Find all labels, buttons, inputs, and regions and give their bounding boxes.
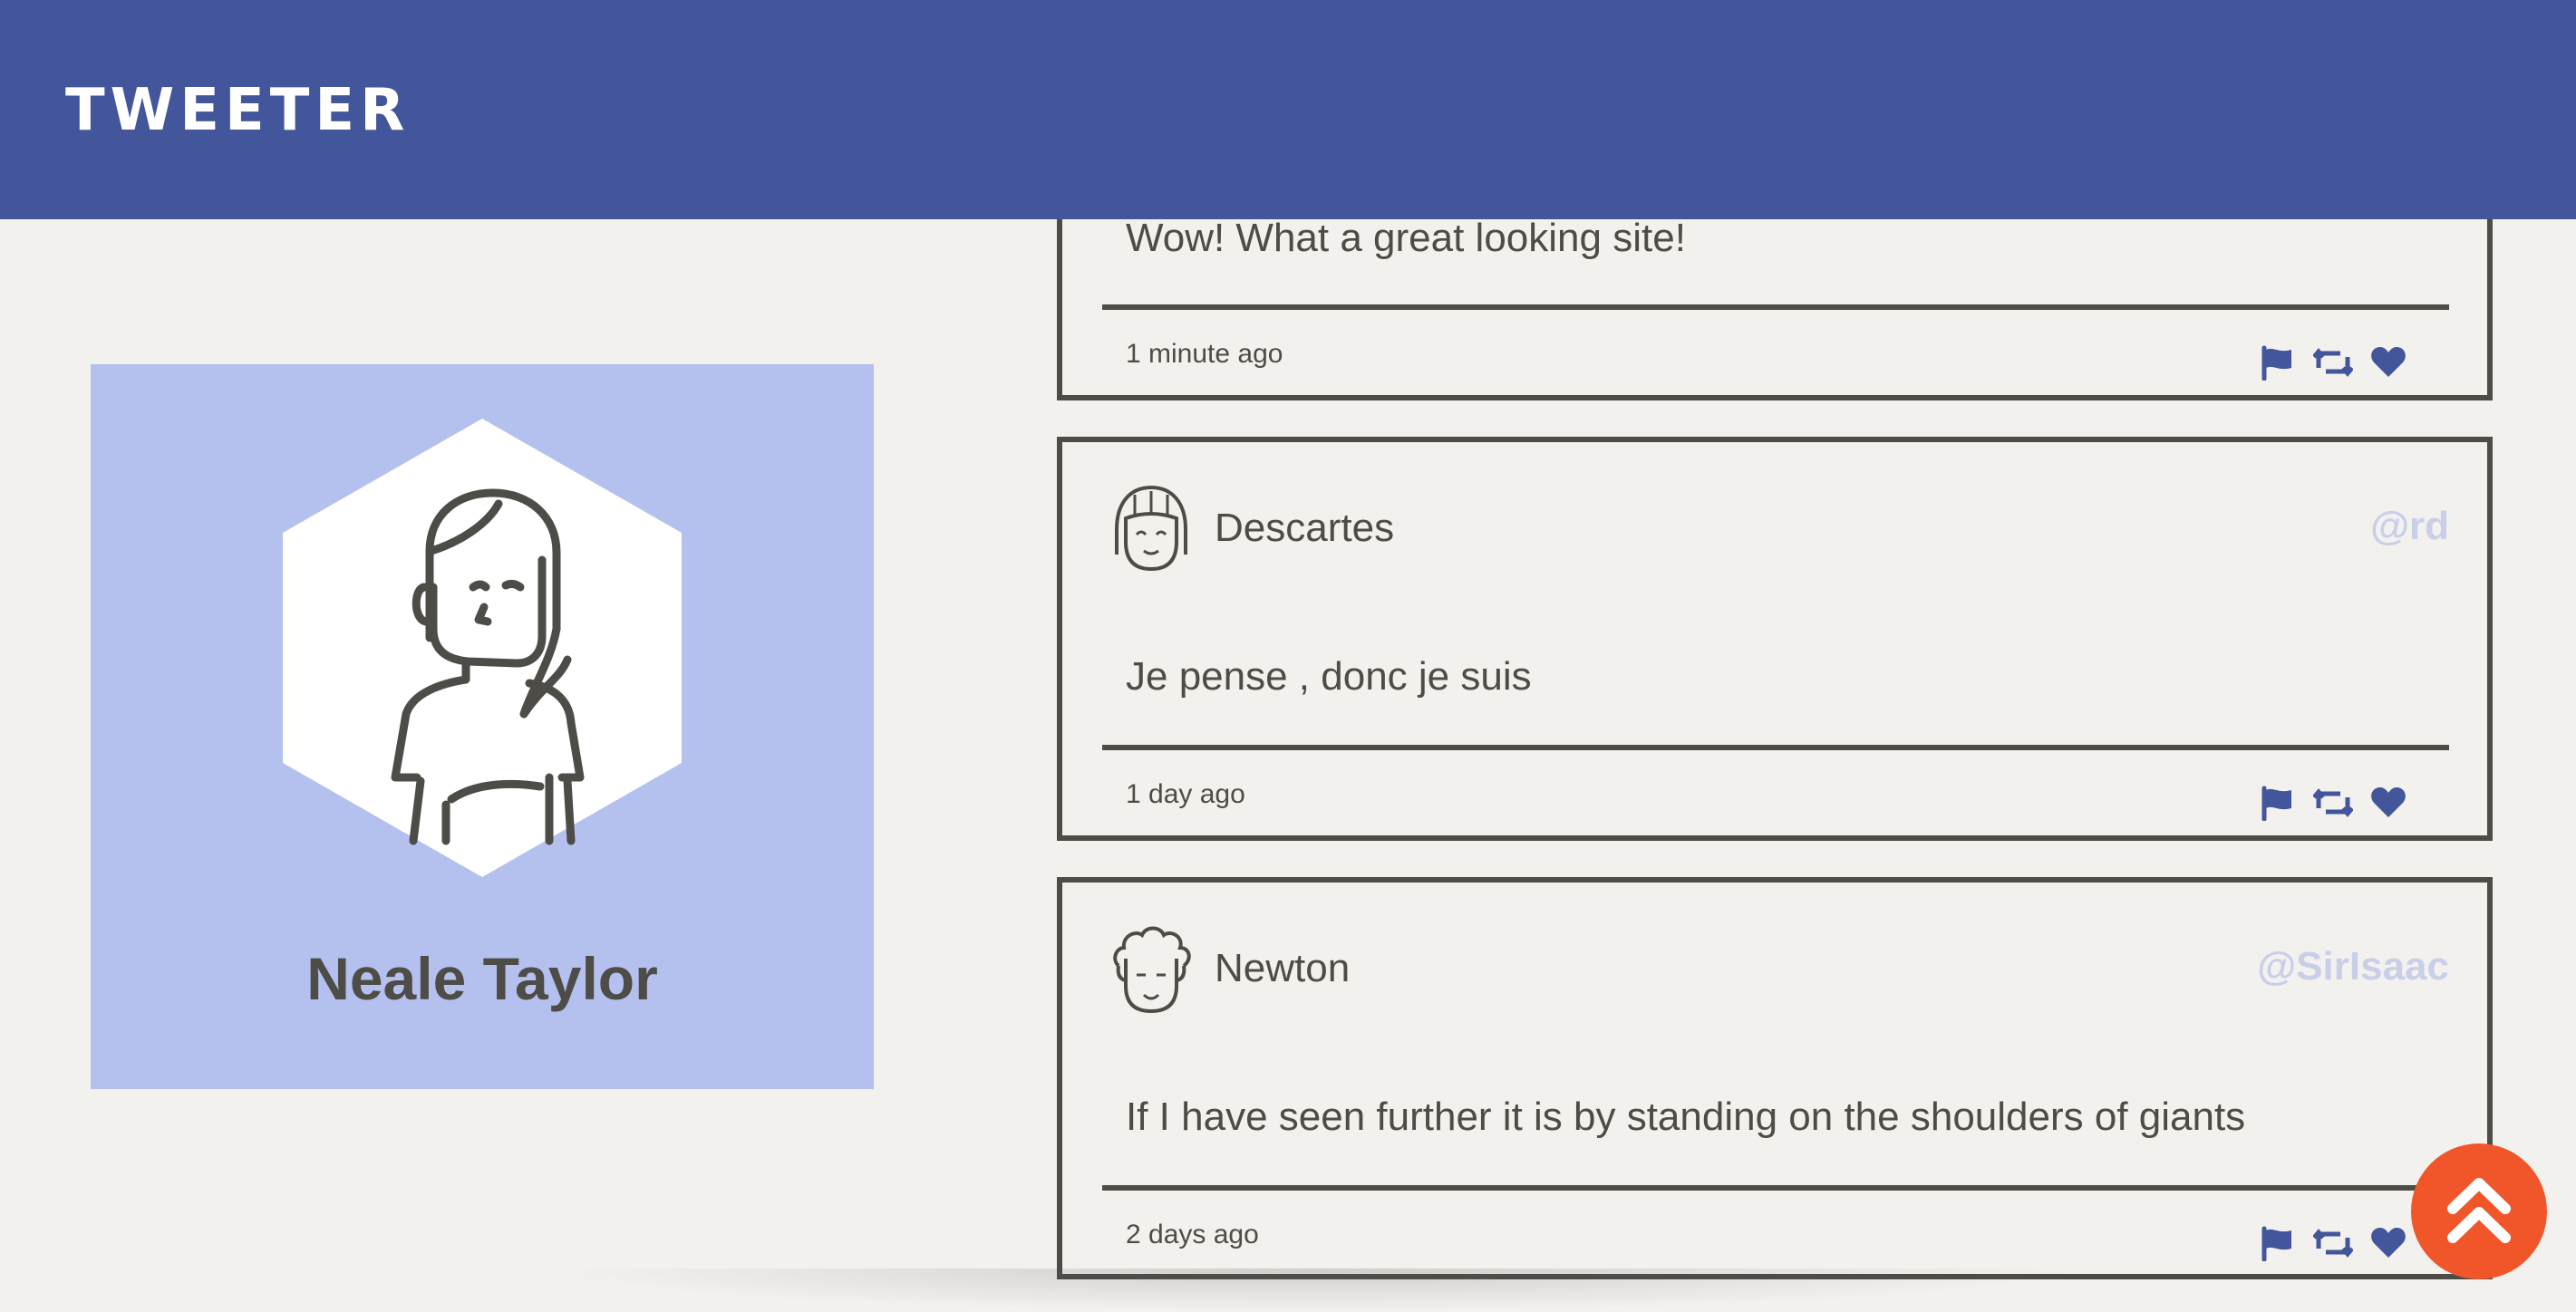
navbar: TWEETER <box>0 0 2576 219</box>
heart-icon[interactable] <box>2369 785 2406 821</box>
tweet-card: Newton @SirIsaac If I have seen further … <box>1057 877 2493 1279</box>
brand-logo[interactable]: TWEETER <box>65 76 410 145</box>
profile-name: Neale Taylor <box>306 945 658 1012</box>
flag-icon[interactable] <box>2259 785 2295 821</box>
tweet-author-handle[interactable]: @SirIsaac <box>2257 944 2449 989</box>
profile-avatar <box>279 415 685 881</box>
tweet-header: Descartes @rd <box>1108 482 2449 576</box>
tweet-divider <box>1102 304 2449 310</box>
girl-avatar-icon <box>1108 482 1195 576</box>
scroll-top-button[interactable] <box>2411 1143 2547 1279</box>
tweet-actions <box>2259 1225 2413 1261</box>
heart-icon[interactable] <box>2369 344 2406 381</box>
tweet-content: Je pense , donc je suis <box>1126 654 1532 699</box>
double-chevron-up-icon <box>2447 1178 2511 1243</box>
tweet-timestamp: 1 minute ago <box>1126 339 1283 369</box>
curly-hair-avatar-icon <box>1108 922 1195 1017</box>
tweet-author-name: Descartes <box>1215 506 1395 550</box>
tweet-actions <box>2259 785 2413 821</box>
retweet-icon[interactable] <box>2313 1225 2353 1261</box>
tweet-divider <box>1102 1185 2449 1191</box>
tweet-content: Wow! What a great looking site! <box>1126 216 1686 260</box>
tweet-card: Descartes @rd Je pense , donc je suis 1 … <box>1057 437 2493 841</box>
tweet-author-handle[interactable]: @rd <box>2370 504 2449 549</box>
flag-icon[interactable] <box>2259 344 2295 381</box>
tweet-author-name: Newton <box>1215 946 1351 990</box>
tweet-header: Newton @SirIsaac <box>1108 922 2449 1017</box>
tweet-timestamp: 2 days ago <box>1126 1220 1259 1249</box>
flag-icon[interactable] <box>2259 1225 2295 1261</box>
tweet-timestamp: 1 day ago <box>1126 779 1245 809</box>
heart-icon[interactable] <box>2369 1225 2406 1261</box>
tweet-divider <box>1102 745 2449 750</box>
profile-card: Neale Taylor <box>91 364 874 1089</box>
tweet-actions <box>2259 344 2413 381</box>
retweet-icon[interactable] <box>2313 785 2353 821</box>
retweet-icon[interactable] <box>2313 344 2353 381</box>
bottom-shadow <box>544 1269 2085 1312</box>
tweet-content: If I have seen further it is by standing… <box>1126 1095 2246 1139</box>
